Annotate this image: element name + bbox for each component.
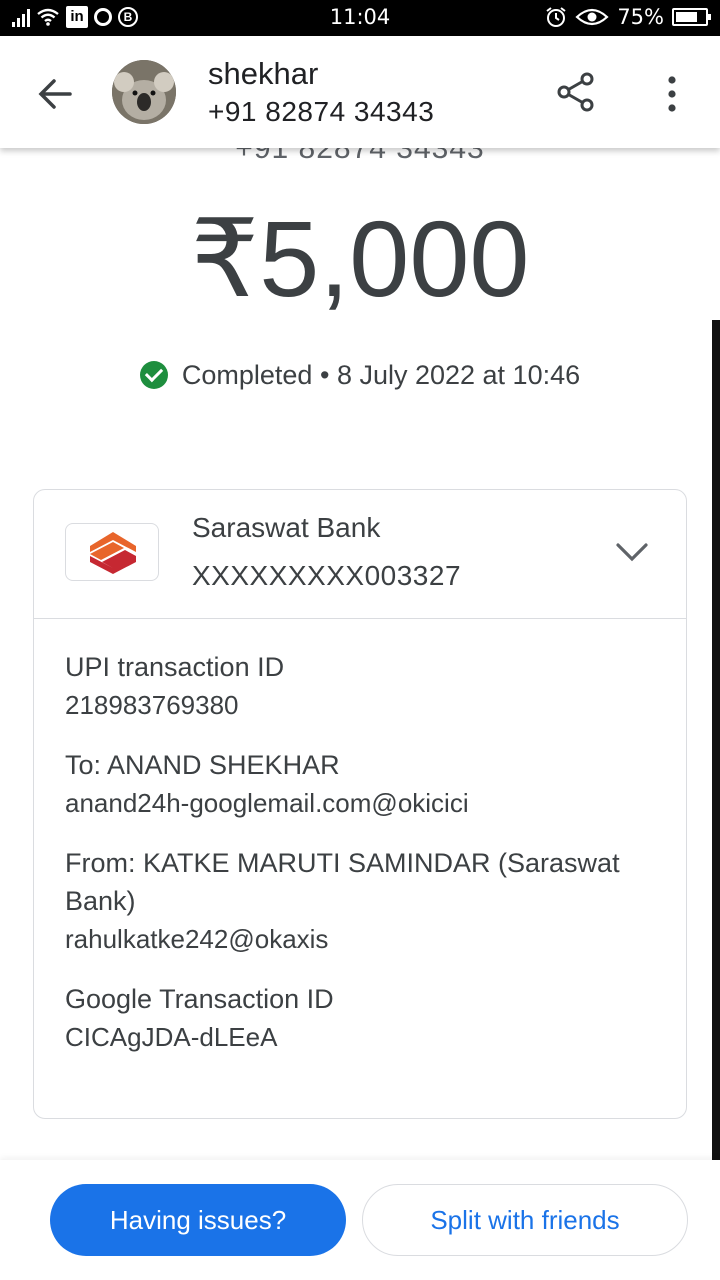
details-list: UPI transaction ID 218983769380 To: ANAN…: [65, 648, 665, 1078]
saraswat-bank-logo-icon: [65, 523, 159, 581]
battery-percent: 75%: [617, 5, 664, 29]
back-arrow-icon[interactable]: [34, 72, 78, 116]
payment-amount: ₹5,000: [190, 198, 530, 319]
split-with-friends-button[interactable]: Split with friends: [362, 1184, 688, 1256]
share-icon[interactable]: [554, 70, 598, 114]
avatar[interactable]: [112, 60, 176, 124]
detail-google-transaction-id: Google Transaction ID CICAgJDA-dLEeA: [65, 980, 665, 1056]
check-circle-icon: [139, 361, 168, 389]
detail-label: Google Transaction ID: [65, 984, 334, 1014]
bank-account-row[interactable]: Saraswat Bank XXXXXXXXX003327: [34, 490, 686, 619]
payment-date: 8 July 2022 at 10:46: [336, 360, 581, 390]
detail-value: anand24h-googlemail.com@okicici: [65, 788, 469, 818]
detail-label: To: ANAND SHEKHAR: [65, 750, 340, 780]
bank-name: Saraswat Bank: [192, 512, 381, 543]
app-header: shekhar +91 82874 34343: [0, 36, 720, 148]
detail-label: UPI transaction ID: [65, 652, 285, 682]
payment-status-line: Completed • 8 July 2022 at 10:46: [0, 360, 720, 391]
detail-value: CICAgJDA-dLEeA: [65, 1022, 278, 1052]
contact-phone: +91 82874 34343: [208, 96, 435, 127]
status-right: 75%: [545, 5, 711, 29]
battery-icon: [672, 8, 711, 26]
chevron-down-icon[interactable]: [614, 538, 650, 566]
detail-value: 218983769380: [65, 690, 239, 720]
bottom-action-bar: Having issues? Split with friends: [0, 1160, 720, 1280]
status-bar: in B 11:04 75%: [0, 0, 720, 36]
detail-from: From: KATKE MARUTI SAMINDAR (Saraswat Ba…: [65, 844, 665, 958]
alarm-icon: [546, 7, 566, 27]
status-separator: •: [319, 360, 330, 390]
more-vert-icon[interactable]: [658, 72, 686, 116]
detail-value: rahulkatke242@okaxis: [65, 924, 329, 954]
status-text: Completed: [181, 360, 313, 390]
bank-account-number: XXXXXXXXX003327: [192, 560, 462, 591]
detail-label: From: KATKE MARUTI SAMINDAR (Saraswat Ba…: [65, 848, 620, 916]
transaction-details-card: Saraswat Bank XXXXXXXXX003327 UPI transa…: [33, 489, 687, 1119]
detail-to: To: ANAND SHEKHAR anand24h-googlemail.co…: [65, 746, 665, 822]
contact-name: shekhar: [208, 56, 319, 91]
eye-icon: [575, 8, 609, 26]
having-issues-button[interactable]: Having issues?: [50, 1184, 346, 1256]
detail-upi-transaction-id: UPI transaction ID 218983769380: [65, 648, 665, 724]
scrollbar[interactable]: [712, 320, 720, 1166]
